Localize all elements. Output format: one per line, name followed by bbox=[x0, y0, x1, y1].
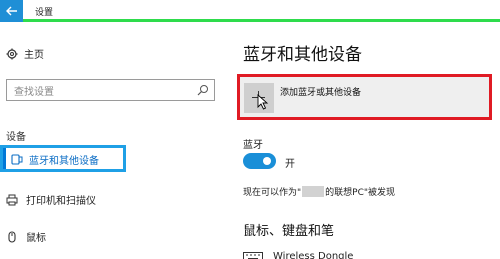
page-title: 蓝牙和其他设备 bbox=[243, 45, 362, 65]
bluetooth-device-icon bbox=[11, 154, 23, 165]
sidebar-item-label: 鼠标 bbox=[26, 233, 46, 244]
discoverable-suffix: 的联想PC"被发现 bbox=[325, 188, 395, 198]
search-icon[interactable] bbox=[197, 84, 209, 96]
toggle-state-label: 开 bbox=[285, 159, 295, 170]
device-name: Wireless Dongle bbox=[273, 251, 354, 259]
discoverable-prefix: 现在可以作为" bbox=[243, 188, 302, 198]
cursor-icon bbox=[257, 94, 269, 110]
active-indicator bbox=[3, 148, 6, 169]
section-heading: 鼠标、键盘和笔 bbox=[243, 224, 335, 239]
search-box[interactable] bbox=[6, 79, 215, 103]
add-device-button[interactable]: 添加蓝牙或其他设备 bbox=[237, 74, 492, 120]
sidebar-item-mouse[interactable]: 鼠标 bbox=[6, 229, 46, 244]
redacted-name bbox=[302, 186, 325, 197]
search-input[interactable] bbox=[7, 82, 187, 103]
sidebar-item-label: 蓝牙和其他设备 bbox=[29, 156, 99, 167]
bluetooth-label: 蓝牙 bbox=[243, 140, 263, 151]
discoverable-text: 现在可以作为" 的联想PC"被发现 bbox=[243, 185, 395, 198]
sidebar-item-label: 主页 bbox=[24, 50, 44, 61]
gear-icon bbox=[6, 48, 18, 60]
sidebar: 主页 设备 蓝牙和其他设备 打印机和扫描仪 bbox=[0, 22, 225, 259]
back-arrow-icon bbox=[5, 6, 17, 16]
sidebar-item-printers[interactable]: 打印机和扫描仪 bbox=[6, 192, 96, 207]
toggle-knob bbox=[263, 157, 271, 165]
window-title: 设置 bbox=[35, 8, 54, 18]
sidebar-item-home[interactable]: 主页 bbox=[6, 46, 44, 61]
keyboard-icon bbox=[243, 251, 263, 259]
sidebar-item-bluetooth[interactable]: 蓝牙和其他设备 bbox=[0, 145, 126, 172]
device-list-item[interactable]: Wireless Dongle bbox=[243, 251, 353, 259]
add-device-label: 添加蓝牙或其他设备 bbox=[280, 88, 362, 98]
mouse-icon bbox=[6, 230, 18, 243]
main-panel: 蓝牙和其他设备 添加蓝牙或其他设备 蓝牙 开 现在可以作为" 的联想PC"被发现… bbox=[225, 22, 500, 259]
printer-icon bbox=[6, 194, 18, 206]
bluetooth-toggle[interactable] bbox=[243, 153, 276, 169]
sidebar-item-label: 打印机和扫描仪 bbox=[26, 196, 96, 207]
section-label: 设备 bbox=[6, 132, 26, 143]
title-bar: 设置 bbox=[0, 0, 500, 22]
back-button[interactable] bbox=[0, 0, 23, 22]
